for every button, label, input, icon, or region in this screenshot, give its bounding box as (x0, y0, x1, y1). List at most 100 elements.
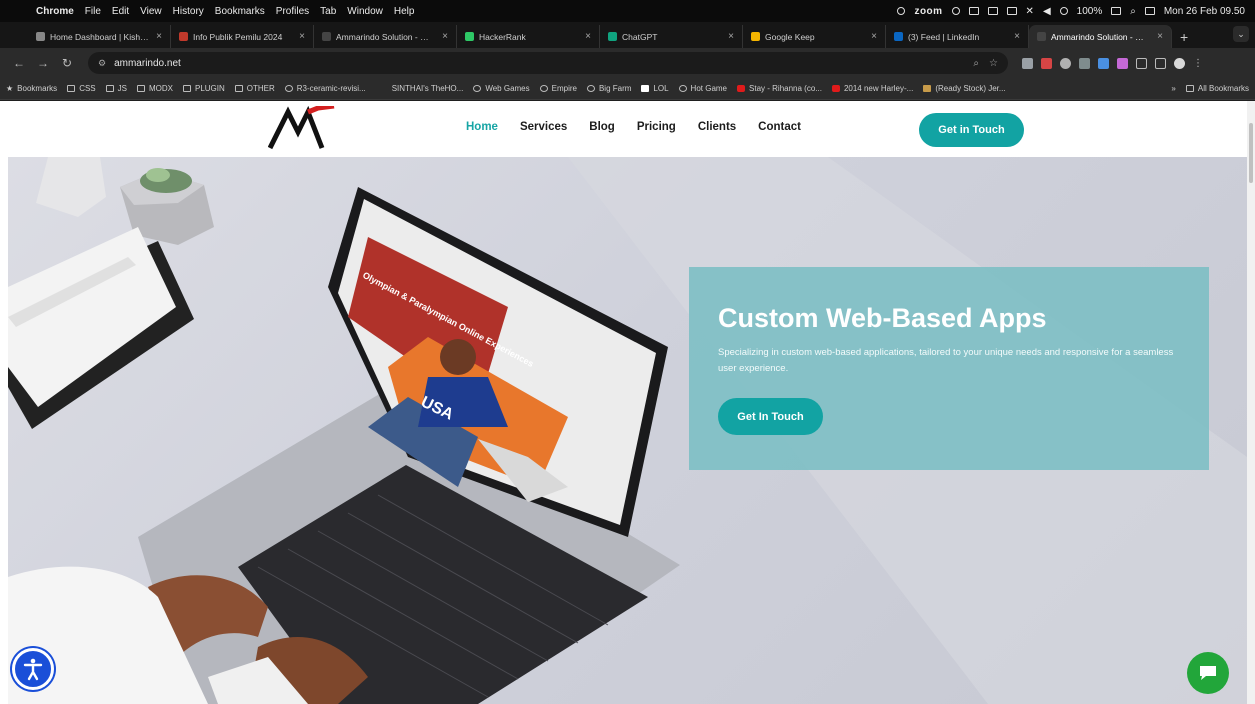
battery-icon[interactable] (1111, 7, 1122, 15)
accessibility-button[interactable] (12, 648, 54, 690)
menu-edit[interactable]: Edit (112, 6, 129, 17)
nav-blog[interactable]: Blog (589, 121, 615, 133)
hero-get-in-touch-button[interactable]: Get In Touch (718, 398, 823, 435)
bookmark-item[interactable]: LOL (641, 84, 669, 93)
menu-history[interactable]: History (173, 6, 204, 17)
screen-record-icon[interactable] (897, 7, 906, 15)
browser-tab[interactable]: HackerRank × (457, 25, 600, 48)
bookmark-label: Web Games (485, 84, 530, 93)
menubar-clock[interactable]: Mon 26 Feb 09.50 (1164, 6, 1245, 17)
window-icon[interactable] (1006, 7, 1017, 15)
all-bookmarks-button[interactable]: All Bookmarks (1185, 84, 1249, 93)
close-icon[interactable]: × (1014, 31, 1020, 42)
spotlight-icon[interactable]: ⌕ (1130, 6, 1136, 17)
browser-tab[interactable]: Ammarindo Solution - Web... × (314, 25, 457, 48)
menu-profiles[interactable]: Profiles (276, 6, 309, 17)
screen-mirror-icon[interactable] (987, 7, 998, 15)
bookmark-item[interactable]: Empire (539, 84, 577, 93)
url-text[interactable]: ammarindo.net (114, 58, 963, 69)
extension-icon[interactable] (1079, 57, 1090, 69)
back-icon[interactable]: ← (10, 56, 28, 70)
nav-home[interactable]: Home (466, 121, 498, 133)
bluetooth-icon[interactable]: ✕ (1026, 6, 1034, 17)
side-panel-icon[interactable] (1155, 57, 1166, 69)
page-scrollbar[interactable] (1247, 101, 1255, 704)
tab-search-icon[interactable]: ⌄ (1233, 26, 1249, 42)
browser-tab[interactable]: Info Publik Pemilu 2024 × (171, 25, 314, 48)
bookmark-folder[interactable]: MODX (136, 84, 173, 93)
extensions-puzzle-icon[interactable] (1136, 57, 1147, 69)
time-machine-icon[interactable] (1059, 7, 1068, 15)
extension-icon[interactable] (1060, 57, 1071, 69)
tab-title: ChatGPT (622, 31, 658, 42)
extension-icon[interactable] (1022, 57, 1033, 69)
browser-tab-active[interactable]: Ammarindo Solution - Web... × (1029, 25, 1172, 48)
clock-icon[interactable] (951, 7, 960, 15)
bookmark-item[interactable]: (Ready Stock) Jer... (923, 84, 1006, 93)
forward-icon[interactable]: → (34, 56, 52, 70)
bookmark-folder[interactable]: OTHER (234, 84, 275, 93)
bookmark-item[interactable]: ★ Bookmarks (6, 84, 57, 93)
bookmark-label: JS (117, 84, 127, 93)
browser-tab[interactable]: Home Dashboard | Kisha-A... × (28, 25, 171, 48)
battery-percent[interactable]: 100% (1077, 6, 1103, 17)
menu-bookmarks[interactable]: Bookmarks (215, 6, 265, 17)
bookmark-folder[interactable]: CSS (67, 84, 96, 93)
site-info-icon[interactable]: ⚙ (98, 58, 106, 69)
new-tab-icon[interactable]: + (1180, 25, 1188, 48)
menu-app-name[interactable]: Chrome (36, 6, 74, 17)
bookmark-item[interactable]: SINTHAI's TheHO... (392, 84, 464, 93)
bookmark-label: Empire (551, 84, 577, 93)
browser-tab[interactable]: ChatGPT × (600, 25, 743, 48)
chat-button[interactable] (1187, 652, 1229, 694)
display-icon[interactable] (968, 7, 979, 15)
nav-clients[interactable]: Clients (698, 121, 736, 133)
reload-icon[interactable]: ↻ (58, 56, 76, 70)
bookmark-label: SINTHAI's TheHO... (391, 84, 464, 93)
menu-file[interactable]: File (85, 6, 101, 17)
close-icon[interactable]: × (299, 31, 305, 42)
browser-tab[interactable]: Google Keep × (743, 25, 886, 48)
scrollbar-thumb[interactable] (1249, 123, 1253, 183)
bookmark-folder[interactable]: PLUGIN (182, 84, 225, 93)
bookmark-item[interactable]: Hot Game (678, 84, 727, 93)
browser-tab[interactable]: (3) Feed | LinkedIn × (886, 25, 1029, 48)
menubar-status: zoom ✕ ◀ 100% ⌕ Mon 26 Feb 09.50 (897, 6, 1245, 17)
menu-window[interactable]: Window (347, 6, 383, 17)
bookmark-label: CSS (79, 84, 96, 93)
bookmark-item[interactable]: Web Games (473, 84, 530, 93)
extension-icon[interactable] (1117, 57, 1128, 69)
extension-icon[interactable] (1041, 57, 1052, 69)
zoom-lens-icon[interactable]: ⌕ (973, 58, 979, 69)
get-in-touch-button[interactable]: Get in Touch (919, 113, 1024, 147)
menu-view[interactable]: View (140, 6, 162, 17)
menu-tab[interactable]: Tab (320, 6, 336, 17)
nav-services[interactable]: Services (520, 121, 567, 133)
company-logo[interactable] (268, 106, 338, 150)
bookmark-star-icon[interactable]: ☆ (989, 58, 998, 69)
close-icon[interactable]: × (156, 31, 162, 42)
tab-favicon-icon (894, 32, 903, 41)
bookmark-folder[interactable]: JS (105, 84, 127, 93)
close-icon[interactable]: × (1157, 31, 1163, 42)
address-bar[interactable]: ⚙ ammarindo.net ⌕ ☆ (88, 52, 1008, 74)
chrome-menu-icon[interactable]: ⋮ (1193, 58, 1203, 69)
profile-avatar-icon[interactable] (1174, 57, 1185, 69)
control-center-icon[interactable] (1144, 7, 1155, 15)
volume-icon[interactable]: ◀ (1043, 6, 1051, 17)
menu-help[interactable]: Help (394, 6, 415, 17)
bookmark-item[interactable]: R3-ceramic-revisi... (284, 84, 366, 93)
zoom-status[interactable]: zoom (914, 6, 942, 17)
bookmarks-more-button[interactable]: » (1171, 84, 1175, 93)
close-icon[interactable]: × (442, 31, 448, 42)
nav-contact[interactable]: Contact (758, 121, 801, 133)
bookmark-item[interactable]: Stay - Rihanna (co... (737, 84, 822, 93)
bookmark-item[interactable]: 2014 new Harley-... (831, 84, 913, 93)
extension-icon[interactable] (1098, 57, 1109, 69)
close-icon[interactable]: × (728, 31, 734, 42)
close-icon[interactable]: × (585, 31, 591, 42)
close-icon[interactable]: × (871, 31, 877, 42)
notebooks-icon (8, 227, 194, 429)
bookmark-item[interactable]: Big Farm (586, 84, 631, 93)
nav-pricing[interactable]: Pricing (637, 121, 676, 133)
